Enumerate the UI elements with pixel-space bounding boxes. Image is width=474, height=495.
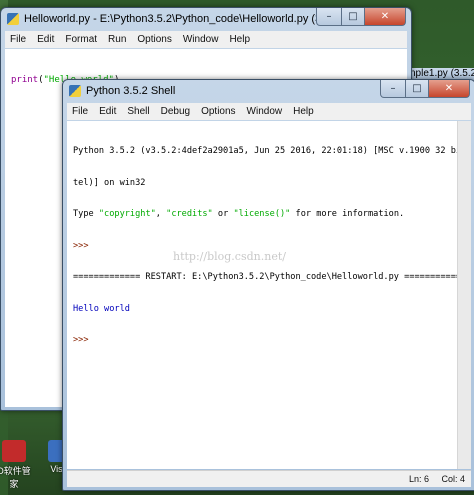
editor-window-controls: – □ ✕ — [316, 8, 406, 26]
status-line: Ln: 6 — [408, 474, 429, 484]
menu-window[interactable]: Window — [178, 34, 225, 45]
banner-string: "credits" — [166, 209, 213, 219]
desktop-icon-software-manager[interactable]: D软件管家 — [0, 440, 34, 489]
shell-window-controls: – □ ✕ — [380, 80, 470, 98]
python-icon — [69, 85, 81, 97]
shell-title: Python 3.5.2 Shell — [86, 85, 176, 97]
status-col: Col: 4 — [441, 474, 465, 484]
minimize-button[interactable]: – — [380, 80, 406, 98]
menu-help[interactable]: Help — [288, 106, 320, 117]
menu-run[interactable]: Run — [103, 34, 132, 45]
menu-edit[interactable]: Edit — [94, 106, 122, 117]
banner-text: for more information. — [290, 209, 405, 219]
shell-output: Hello world — [73, 303, 130, 314]
shell-menubar: File Edit Shell Debug Options Window Hel… — [67, 103, 471, 120]
editor-title: Helloworld.py - E:\Python3.5.2\Python_co… — [24, 13, 344, 25]
shell-restart-line: ============= RESTART: E:\Python3.5.2\Py… — [73, 272, 471, 282]
menu-edit[interactable]: Edit — [32, 34, 60, 45]
editor-menubar: File Edit Format Run Options Window Help — [5, 31, 407, 48]
close-button[interactable]: ✕ — [365, 8, 406, 26]
shell-banner-line: Type "copyright", "credits" or "license(… — [73, 209, 457, 220]
shell-prompt: >>> — [73, 335, 94, 345]
menu-help[interactable]: Help — [224, 34, 256, 45]
menu-options[interactable]: Options — [196, 106, 241, 117]
shell-banner-line: Python 3.5.2 (v3.5.2:4def2a2901a5, Jun 2… — [73, 146, 471, 156]
maximize-button[interactable]: □ — [342, 8, 365, 26]
menu-shell[interactable]: Shell — [122, 106, 155, 117]
shell-text-area[interactable]: Python 3.5.2 (v3.5.2:4def2a2901a5, Jun 2… — [67, 121, 471, 469]
banner-text: or — [212, 209, 234, 219]
menu-options[interactable]: Options — [132, 34, 177, 45]
maximize-button[interactable]: □ — [406, 80, 429, 98]
code-builtin: print — [11, 75, 39, 85]
shell-window: Python 3.5.2 Shell – □ ✕ File Edit Shell… — [62, 79, 474, 491]
close-button[interactable]: ✕ — [429, 80, 470, 98]
menu-file[interactable]: File — [5, 34, 32, 45]
menu-debug[interactable]: Debug — [156, 106, 196, 117]
banner-string: "copyright" — [98, 209, 156, 219]
desktop-icon-label: D软件管家 — [0, 466, 31, 489]
python-icon — [7, 13, 19, 25]
software-manager-icon — [2, 440, 26, 462]
menu-window[interactable]: Window — [242, 106, 289, 117]
watermark: http://blog.csdn.net/ — [173, 250, 286, 263]
menu-file[interactable]: File — [67, 106, 94, 117]
shell-banner-line: tel)] on win32 — [73, 177, 146, 188]
banner-text: Type — [73, 209, 99, 219]
minimize-button[interactable]: – — [316, 8, 342, 26]
vertical-scrollbar[interactable] — [457, 121, 471, 469]
shell-statusbar: Ln: 6 Col: 4 — [67, 470, 471, 487]
menu-format[interactable]: Format — [60, 34, 103, 45]
banner-string: "license()" — [233, 209, 291, 219]
banner-text: , — [155, 209, 167, 219]
